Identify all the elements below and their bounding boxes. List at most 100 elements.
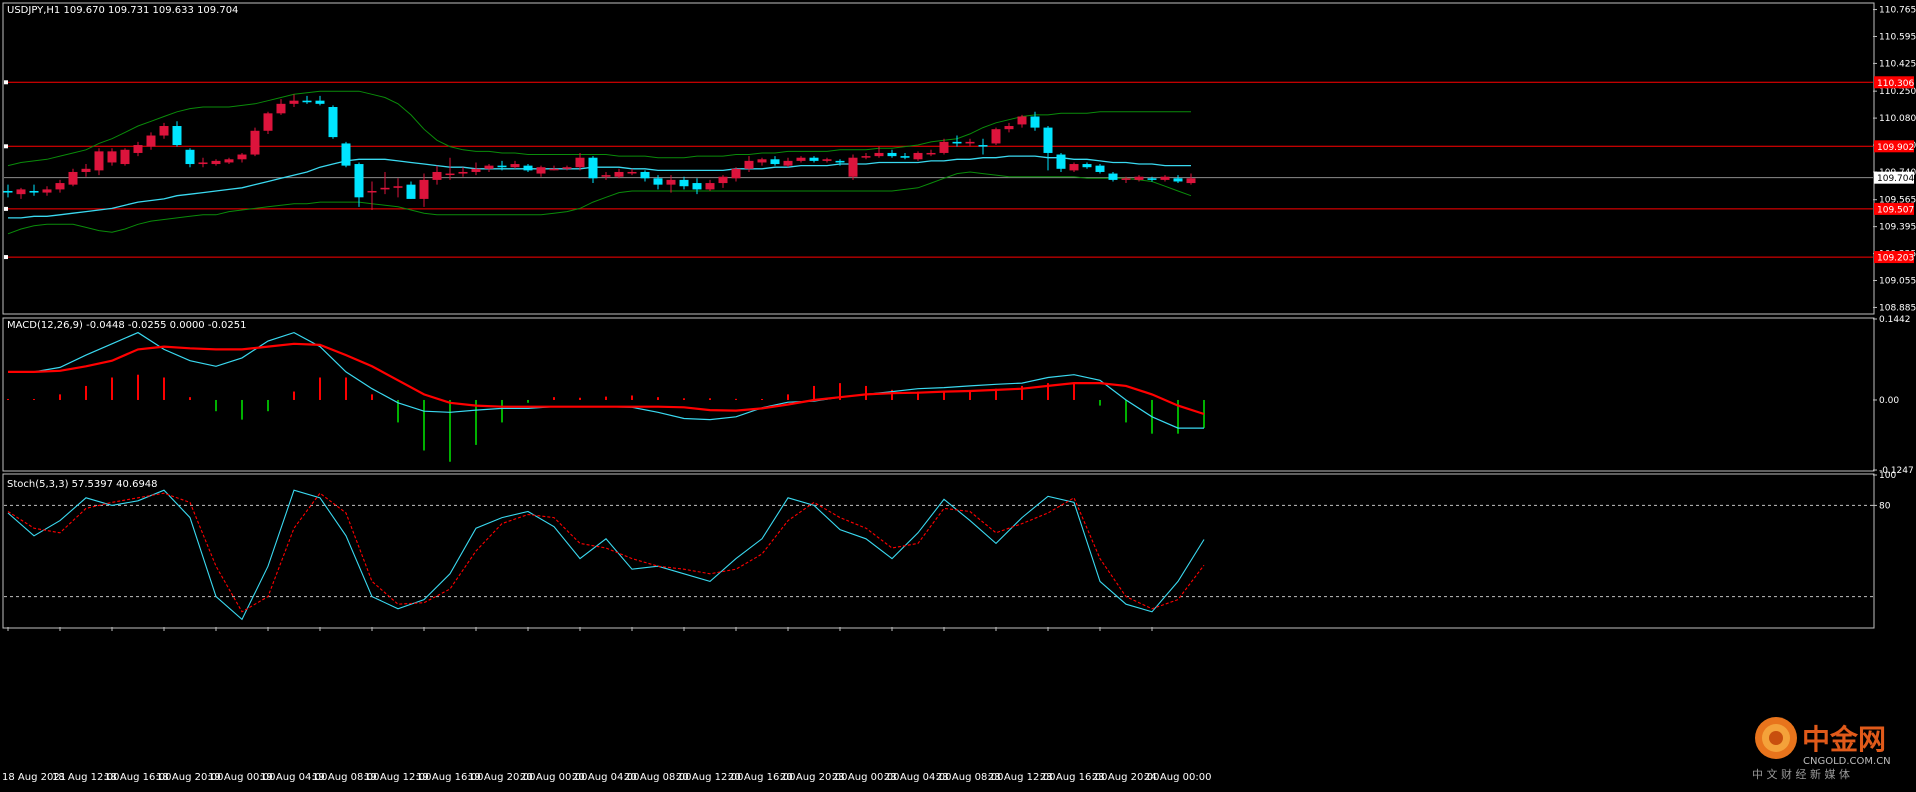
candle-body bbox=[146, 135, 156, 147]
candle-body bbox=[250, 130, 260, 155]
candle-body bbox=[432, 171, 442, 180]
trading-chart: 110.765110.595110.425110.250110.080109.9… bbox=[0, 0, 1916, 788]
candle-body bbox=[1030, 116, 1040, 128]
level-handle bbox=[4, 255, 8, 260]
candle-body bbox=[1134, 176, 1144, 180]
candle-body bbox=[900, 156, 910, 158]
candle-body bbox=[185, 149, 195, 165]
candle-body bbox=[1069, 164, 1079, 171]
level-price-label: 109.507 bbox=[1877, 205, 1914, 215]
price-tick-label: 110.595 bbox=[1879, 32, 1916, 42]
candle-body bbox=[1186, 178, 1196, 184]
candle-body bbox=[81, 168, 91, 172]
candle-body bbox=[29, 190, 39, 193]
candle-body bbox=[796, 157, 806, 161]
macd-pane bbox=[2, 317, 1875, 472]
candle-body bbox=[445, 173, 455, 176]
candle-body bbox=[1017, 116, 1027, 125]
candle-body bbox=[991, 129, 1001, 144]
candle-body bbox=[978, 145, 988, 147]
candle-body bbox=[744, 160, 754, 169]
candle-body bbox=[536, 167, 546, 174]
candle-body bbox=[1147, 178, 1157, 180]
price-tick-label: 110.765 bbox=[1879, 6, 1916, 16]
candle-body bbox=[1082, 164, 1092, 168]
candle-body bbox=[406, 184, 416, 199]
candle-body bbox=[55, 183, 65, 190]
candle-body bbox=[757, 159, 767, 163]
candle-body bbox=[224, 159, 234, 163]
price-tick-label: 109.395 bbox=[1879, 223, 1916, 233]
candle-body bbox=[640, 171, 650, 179]
candle-body bbox=[315, 100, 325, 104]
candle-body bbox=[1095, 165, 1105, 172]
candle-body bbox=[1173, 178, 1183, 182]
candle-body bbox=[1108, 173, 1118, 180]
candle-body bbox=[107, 151, 117, 163]
candle-body bbox=[367, 190, 377, 193]
candle-body bbox=[861, 156, 871, 158]
macd-tick-label: 0.00 bbox=[1879, 396, 1899, 406]
price-pane bbox=[2, 2, 1875, 315]
candle-body bbox=[302, 100, 312, 103]
candle-body bbox=[198, 162, 208, 165]
chart-canvas: 110.765110.595110.425110.250110.080109.9… bbox=[2, 2, 1916, 783]
candle-body bbox=[822, 159, 832, 161]
price-tick-label: 109.055 bbox=[1879, 277, 1916, 287]
candle-body bbox=[601, 175, 611, 177]
candle-body bbox=[159, 126, 169, 136]
candle-body bbox=[588, 157, 598, 179]
stoch-main-line bbox=[7, 489, 1205, 621]
candle-body bbox=[627, 171, 637, 174]
candle-body bbox=[926, 152, 936, 155]
candle-body bbox=[289, 100, 299, 104]
candle-body bbox=[809, 157, 819, 161]
bollinger-lower-line bbox=[7, 171, 1192, 235]
macd-header: MACD(12,26,9) -0.0448 -0.0255 0.0000 -0.… bbox=[7, 320, 246, 331]
candle-body bbox=[471, 168, 481, 172]
candle-body bbox=[731, 168, 741, 179]
candle-body bbox=[393, 186, 403, 188]
stoch-pane bbox=[2, 473, 1875, 629]
candle-body bbox=[16, 189, 26, 195]
candle-body bbox=[848, 157, 858, 177]
candle-body bbox=[497, 165, 507, 168]
candle-body bbox=[1043, 127, 1053, 153]
brand-url: CNGOLD.COM.CN bbox=[1803, 756, 1891, 767]
candle-body bbox=[666, 179, 676, 185]
candle-body bbox=[94, 151, 104, 171]
candle-body bbox=[328, 107, 338, 138]
candle-body bbox=[952, 141, 962, 144]
candle-body bbox=[692, 183, 702, 190]
stoch-tick-label: 100 bbox=[1879, 471, 1896, 481]
candle-body bbox=[419, 179, 429, 199]
candle-body bbox=[562, 167, 572, 169]
candle-body bbox=[120, 149, 130, 165]
level-handle bbox=[4, 80, 8, 85]
candle-body bbox=[3, 190, 13, 193]
candle-body bbox=[965, 141, 975, 144]
brand-tagline: 中 文 财 经 新 媒 体 bbox=[1752, 767, 1850, 781]
candle-body bbox=[1121, 178, 1131, 180]
candle-body bbox=[614, 171, 624, 177]
candle-body bbox=[939, 141, 949, 153]
level-handle bbox=[4, 206, 8, 211]
candle-body bbox=[835, 160, 845, 163]
level-price-label: 109.203 bbox=[1877, 254, 1914, 264]
level-price-label: 110.306 bbox=[1877, 79, 1914, 89]
brand-logo-icon: 中金网 CNGOLD.COM.CN 中 文 财 经 新 媒 体 bbox=[1752, 717, 1891, 781]
candle-body bbox=[1056, 154, 1066, 169]
macd-tick-label: 0.1442 bbox=[1879, 315, 1911, 325]
candle-body bbox=[1004, 126, 1014, 130]
candle-body bbox=[42, 189, 52, 193]
stoch-signal-line bbox=[7, 492, 1205, 613]
candle-body bbox=[770, 159, 780, 165]
candle-body bbox=[874, 152, 884, 157]
current-price-label: 109.704 bbox=[1877, 174, 1914, 184]
candle-body bbox=[458, 171, 468, 174]
candle-body bbox=[484, 165, 494, 169]
candle-body bbox=[211, 160, 221, 165]
candle-body bbox=[172, 126, 182, 146]
candle-body bbox=[276, 103, 286, 114]
candle-body bbox=[237, 154, 247, 160]
